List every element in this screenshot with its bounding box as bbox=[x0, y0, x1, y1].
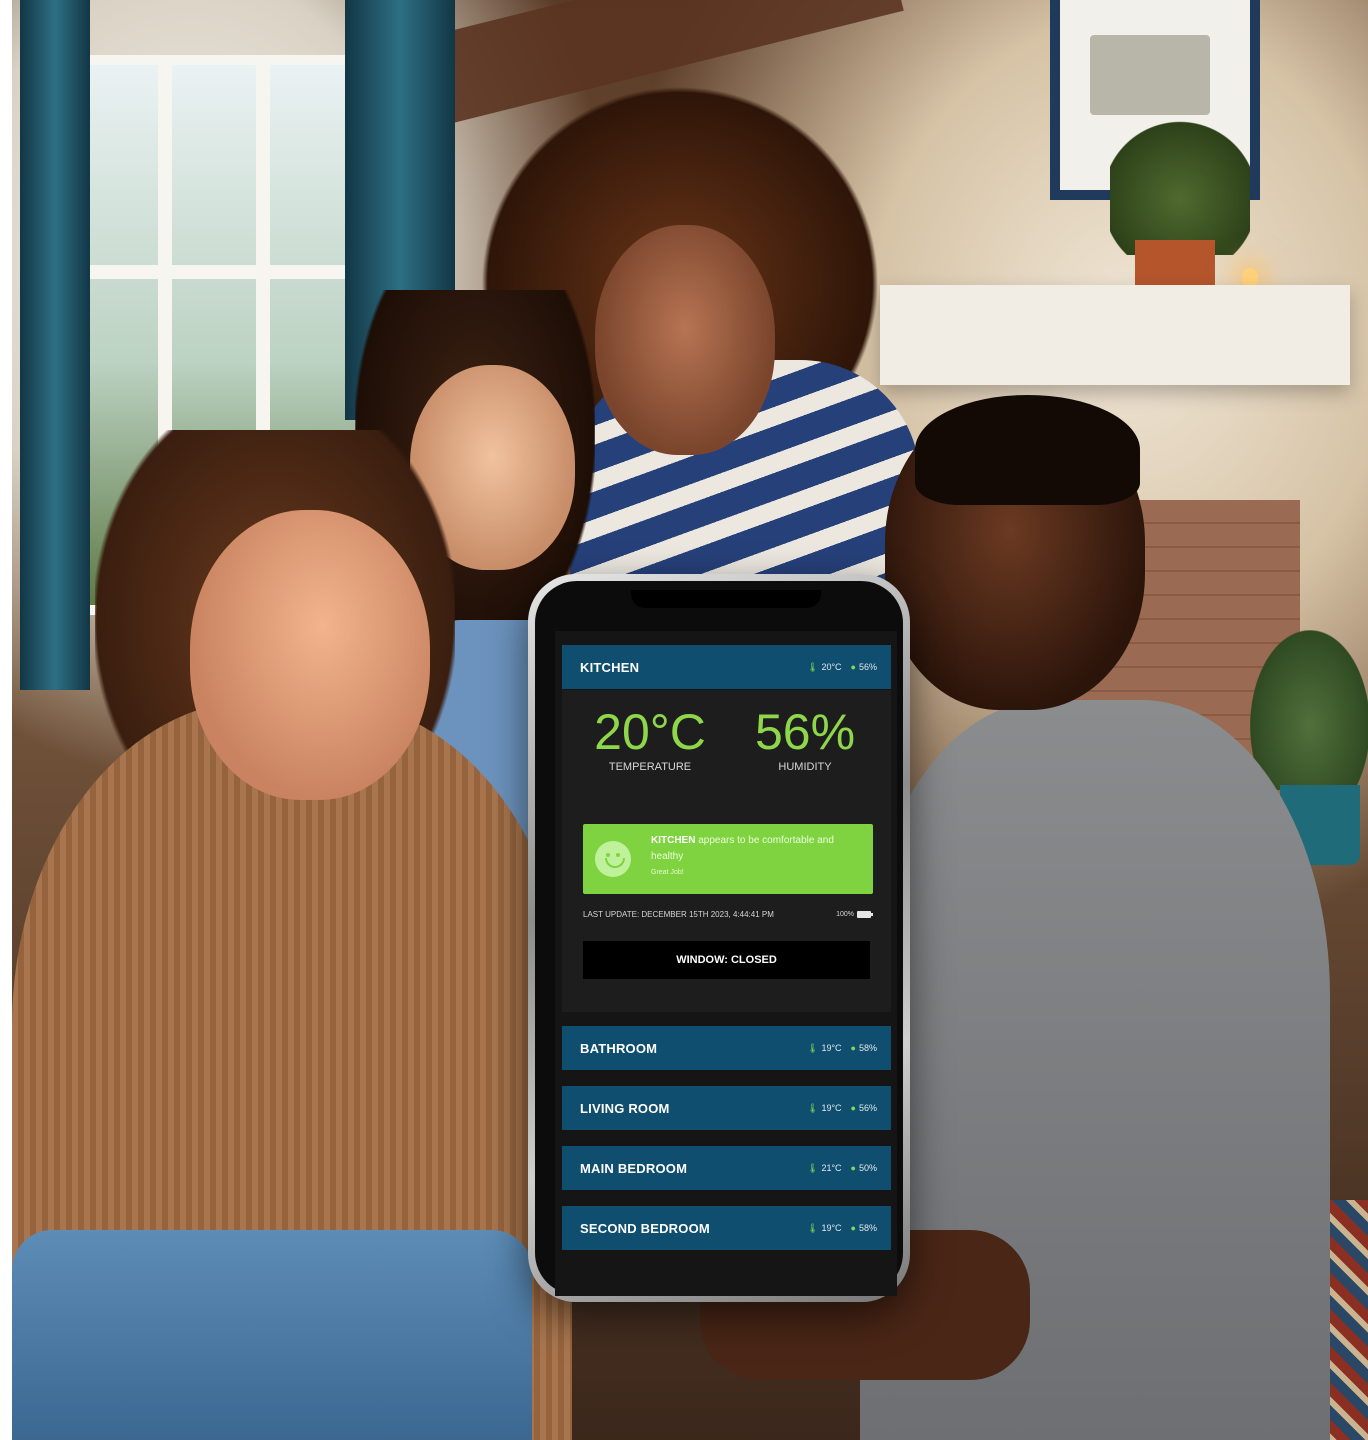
droplet-icon: ● bbox=[850, 1223, 856, 1233]
room-name: MAIN BEDROOM bbox=[580, 1160, 688, 1176]
smartphone: KITCHEN 🌡︎ 20°C ● 56% 20°C TEMPERATURE 5… bbox=[528, 574, 910, 1302]
temperature-value: 19°C bbox=[821, 1103, 842, 1113]
woman-face bbox=[190, 510, 430, 800]
thermometer-icon: 🌡︎ bbox=[807, 1162, 819, 1173]
humidity-big-value: 56% bbox=[754, 704, 856, 760]
droplet-icon: ● bbox=[850, 662, 856, 672]
last-update-row: LAST UPDATE: DECEMBER 15TH 2023, 4:44:41… bbox=[583, 910, 873, 919]
temperature-stat: 🌡︎ 19°C bbox=[807, 1043, 842, 1054]
humidity-stat: ● 58% bbox=[851, 1223, 877, 1234]
temperature-value: 19°C bbox=[821, 1223, 842, 1233]
battery-level: 100% bbox=[836, 911, 854, 918]
room-name: BATHROOM bbox=[580, 1040, 658, 1056]
phone-bezel: KITCHEN 🌡︎ 20°C ● 56% 20°C TEMPERATURE 5… bbox=[535, 581, 903, 1296]
humidity-label: HUMIDITY bbox=[778, 761, 832, 773]
temperature-value: 21°C bbox=[821, 1163, 842, 1173]
humidity-reading: 56% HUMIDITY bbox=[740, 705, 870, 773]
humidity-stat: ● 56% bbox=[851, 662, 877, 673]
room-name: KITCHEN bbox=[580, 659, 640, 675]
comfort-message: KITCHEN appears to be comfortable and he… bbox=[651, 833, 861, 881]
temperature-stat: 🌡︎ 19°C bbox=[807, 1103, 842, 1114]
mantle-plant bbox=[1110, 115, 1250, 255]
smiley-face-icon bbox=[595, 841, 631, 877]
last-update-text: LAST UPDATE: DECEMBER 15TH 2023, 4:44:41… bbox=[583, 910, 774, 919]
room-stats: 🌡︎ 21°C ● 50% bbox=[807, 1163, 877, 1174]
droplet-icon: ● bbox=[850, 1103, 856, 1113]
battery-status: 100% bbox=[836, 911, 873, 918]
temperature-label: TEMPERATURE bbox=[608, 761, 692, 773]
humidity-value: 58% bbox=[858, 1223, 877, 1233]
room-stats: 🌡︎ 20°C ● 56% bbox=[807, 662, 877, 673]
room-stats: 🌡︎ 19°C ● 56% bbox=[807, 1103, 877, 1114]
room-stats: 🌡︎ 19°C ● 58% bbox=[807, 1223, 877, 1234]
room-stats: 🌡︎ 19°C ● 58% bbox=[807, 1043, 877, 1054]
humidity-stat: ● 58% bbox=[851, 1043, 877, 1054]
humidity-stat: ● 56% bbox=[851, 1103, 877, 1114]
app-screen: KITCHEN 🌡︎ 20°C ● 56% 20°C TEMPERATURE 5… bbox=[555, 631, 897, 1296]
droplet-icon: ● bbox=[850, 1043, 856, 1053]
humidity-value: 58% bbox=[858, 1043, 877, 1053]
man-hair bbox=[915, 395, 1140, 505]
thermometer-icon: 🌡︎ bbox=[807, 661, 819, 672]
teen-face bbox=[595, 225, 775, 455]
room-header-bathroom[interactable]: BATHROOM 🌡︎ 19°C ● 58% bbox=[562, 1026, 891, 1070]
temperature-reading: 20°C TEMPERATURE bbox=[585, 705, 715, 773]
humidity-stat: ● 50% bbox=[851, 1163, 877, 1174]
humidity-value: 50% bbox=[858, 1163, 877, 1173]
thermometer-icon: 🌡︎ bbox=[807, 1222, 819, 1233]
room-name: SECOND BEDROOM bbox=[580, 1220, 710, 1236]
comfort-sub-text: Great Job! bbox=[651, 869, 684, 876]
window-status-button[interactable]: WINDOW: CLOSED bbox=[583, 941, 870, 979]
comfort-status-card: KITCHEN appears to be comfortable and he… bbox=[583, 824, 873, 894]
fireplace-mantle bbox=[880, 285, 1350, 385]
battery-icon bbox=[857, 911, 873, 918]
room-name: LIVING ROOM bbox=[580, 1100, 670, 1116]
comfort-room-name: KITCHEN bbox=[651, 835, 696, 846]
temperature-big-value: 20°C bbox=[594, 704, 706, 760]
droplet-icon: ● bbox=[850, 1163, 856, 1173]
humidity-value: 56% bbox=[858, 662, 877, 672]
room-header-living-room[interactable]: LIVING ROOM 🌡︎ 19°C ● 56% bbox=[562, 1086, 891, 1130]
side-plant bbox=[1250, 630, 1368, 790]
thermometer-icon: 🌡︎ bbox=[807, 1102, 819, 1113]
room-header-second-bedroom[interactable]: SECOND BEDROOM 🌡︎ 19°C ● 58% bbox=[562, 1206, 891, 1250]
temperature-stat: 🌡︎ 20°C bbox=[807, 662, 842, 673]
humidity-value: 56% bbox=[858, 1103, 877, 1113]
room-header-main-bedroom[interactable]: MAIN BEDROOM 🌡︎ 21°C ● 50% bbox=[562, 1146, 891, 1190]
phone-notch bbox=[631, 590, 821, 608]
curtain-left bbox=[20, 0, 90, 690]
thermometer-icon: 🌡︎ bbox=[807, 1042, 819, 1053]
temperature-value: 20°C bbox=[821, 662, 842, 672]
temperature-stat: 🌡︎ 19°C bbox=[807, 1223, 842, 1234]
temperature-value: 19°C bbox=[821, 1043, 842, 1053]
temperature-stat: 🌡︎ 21°C bbox=[807, 1163, 842, 1174]
room-header-kitchen[interactable]: KITCHEN 🌡︎ 20°C ● 56% bbox=[562, 645, 891, 689]
woman-jeans bbox=[12, 1230, 532, 1440]
image-border bbox=[0, 0, 12, 1440]
